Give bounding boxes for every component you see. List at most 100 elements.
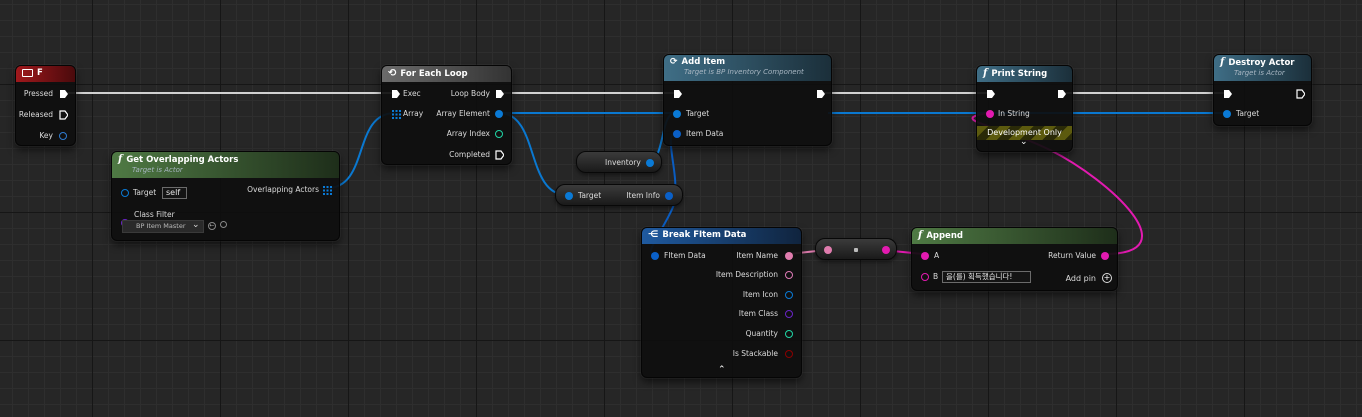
item-name-pin-label: Item Name: [736, 251, 778, 260]
pressed-exec-pin[interactable]: [59, 89, 68, 99]
node-title: Print String: [991, 68, 1048, 79]
inventory-object-pin[interactable]: [646, 159, 654, 167]
node-header: f Destroy Actor Target is Actor: [1214, 55, 1311, 81]
print-string-node[interactable]: f Print String In String Development Only…: [976, 65, 1073, 152]
key-f-event-node[interactable]: F Pressed Released Key: [15, 65, 76, 146]
item-data-struct-pin[interactable]: [673, 130, 681, 138]
event-call-icon: ⟳: [670, 57, 678, 67]
node-subtitle: Target is Actor: [132, 166, 183, 174]
break-fitem-data-node[interactable]: ⋲ Break FItem Data FItem Data Item Name I…: [641, 227, 802, 378]
in-string-pin-label: In String: [998, 109, 1030, 118]
inventory-variable-get[interactable]: Inventory: [576, 151, 662, 173]
node-title: Break FItem Data: [662, 230, 747, 240]
released-pin-label: Released: [18, 110, 53, 119]
class-filter-pin-label: Class Filter: [134, 210, 175, 219]
name-to-string-conversion-node[interactable]: [815, 238, 897, 260]
function-icon: f: [118, 154, 123, 165]
target-pin-label: Target: [1236, 109, 1260, 118]
key-struct-pin[interactable]: [59, 132, 67, 140]
exec-in-pin[interactable]: [986, 89, 995, 99]
b-pin-label: B: [933, 272, 939, 281]
target-object-pin[interactable]: [565, 192, 573, 200]
node-title: Append: [926, 230, 963, 241]
item-info-variable-get[interactable]: Target Item Info: [555, 184, 683, 206]
is-stackable-pin[interactable]: [785, 350, 793, 358]
exec-out-pin[interactable]: [1296, 89, 1305, 99]
completed-pin-label: Completed: [449, 150, 490, 159]
item-info-struct-pin[interactable]: [665, 192, 673, 200]
target-pin-label: Target: [686, 109, 710, 118]
target-object-pin[interactable]: [1223, 110, 1231, 118]
quantity-pin[interactable]: [785, 330, 793, 338]
node-header: f Print String: [977, 66, 1072, 82]
b-string-pin[interactable]: [921, 273, 929, 281]
loop-body-exec-pin[interactable]: [495, 89, 504, 99]
item-description-pin-label: Item Description: [715, 270, 778, 279]
item-class-pin-label: Item Class: [738, 309, 778, 318]
a-pin-label: A: [934, 251, 940, 260]
node-header: ⟳ Add Item Target is BP Inventory Compone…: [664, 55, 831, 81]
array-index-pin[interactable]: [495, 130, 503, 138]
target-object-pin[interactable]: [121, 189, 129, 197]
node-subtitle: Target is BP Inventory Component: [684, 68, 804, 76]
for-each-loop-node[interactable]: ⟲ For Each Loop Exec Loop Body Array Arra…: [381, 65, 512, 165]
target-pin-label: Target: [133, 188, 157, 197]
append-node[interactable]: f Append A Return Value B 을(를) 획득했습니다! Ad…: [911, 227, 1118, 291]
node-header: ⟲ For Each Loop: [382, 66, 511, 82]
exec-out-pin[interactable]: [816, 89, 825, 99]
conversion-out-pin[interactable]: [882, 246, 890, 254]
item-description-pin[interactable]: [785, 271, 793, 279]
destroy-actor-node[interactable]: f Destroy Actor Target is Actor Target: [1213, 54, 1312, 126]
node-title: Get Overlapping Actors: [126, 154, 239, 165]
node-header: f Get Overlapping Actors Target is Actor: [112, 152, 339, 178]
target-object-pin[interactable]: [673, 110, 681, 118]
item-icon-pin[interactable]: [785, 291, 793, 299]
exec-in-pin[interactable]: [391, 89, 400, 99]
function-icon: f: [918, 230, 923, 241]
node-header: F: [16, 66, 75, 82]
fitem-data-in-pin[interactable]: [651, 252, 659, 260]
item-class-pin[interactable]: [785, 310, 793, 318]
item-info-pin-label: Item Info: [626, 191, 660, 200]
array-in-pin[interactable]: [392, 110, 401, 119]
overlapping-actors-pin-label: Overlapping Actors: [247, 185, 319, 194]
node-title: Add Item: [681, 57, 726, 67]
pressed-pin-label: Pressed: [23, 89, 53, 98]
b-string-input[interactable]: 을(를) 획득했습니다!: [942, 271, 1031, 283]
released-exec-pin[interactable]: [59, 110, 68, 120]
array-grid-pin[interactable]: [323, 186, 332, 195]
node-header: f Append: [912, 228, 1117, 244]
a-string-pin[interactable]: [921, 252, 929, 260]
break-struct-icon: ⋲: [648, 230, 659, 240]
dropdown-chevron-icon[interactable]: ⌄: [192, 220, 200, 230]
keyboard-icon: [22, 69, 33, 77]
item-icon-pin-label: Item Icon: [742, 290, 778, 299]
add-pin-label[interactable]: Add pin: [1066, 274, 1096, 284]
get-overlapping-actors-node[interactable]: f Get Overlapping Actors Target is Actor …: [111, 151, 340, 241]
loop-body-pin-label: Loop Body: [450, 89, 490, 98]
completed-exec-pin[interactable]: [495, 150, 504, 160]
item-name-pin[interactable]: [785, 252, 793, 260]
function-icon: f: [983, 68, 988, 79]
expand-chevron-down-icon[interactable]: ⌄: [1020, 137, 1028, 147]
in-string-pin[interactable]: [986, 110, 994, 118]
return-value-pin[interactable]: [1101, 252, 1109, 260]
fitem-data-pin-label: FItem Data: [664, 251, 706, 260]
array-element-pin[interactable]: [495, 110, 503, 118]
conversion-dot-icon: [854, 248, 858, 252]
add-item-node[interactable]: ⟳ Add Item Target is BP Inventory Compone…: [663, 54, 832, 146]
conversion-in-pin[interactable]: [824, 246, 832, 254]
browse-search-icon[interactable]: [220, 221, 227, 228]
exec-in-pin[interactable]: [673, 89, 682, 99]
use-selected-asset-icon[interactable]: ←: [208, 222, 216, 230]
node-title: For Each Loop: [400, 68, 468, 79]
item-data-pin-label: Item Data: [686, 129, 724, 138]
array-pin-label: Array: [403, 109, 424, 118]
add-pin-plus-icon[interactable]: +: [1102, 273, 1112, 283]
node-subtitle: Target is Actor: [1234, 69, 1285, 77]
exec-in-pin[interactable]: [1223, 89, 1232, 99]
collapse-chevron-up-icon[interactable]: ⌃: [718, 365, 726, 375]
array-element-pin-label: Array Element: [436, 109, 490, 118]
exec-out-pin[interactable]: [1057, 89, 1066, 99]
target-self-field[interactable]: self: [162, 187, 187, 199]
